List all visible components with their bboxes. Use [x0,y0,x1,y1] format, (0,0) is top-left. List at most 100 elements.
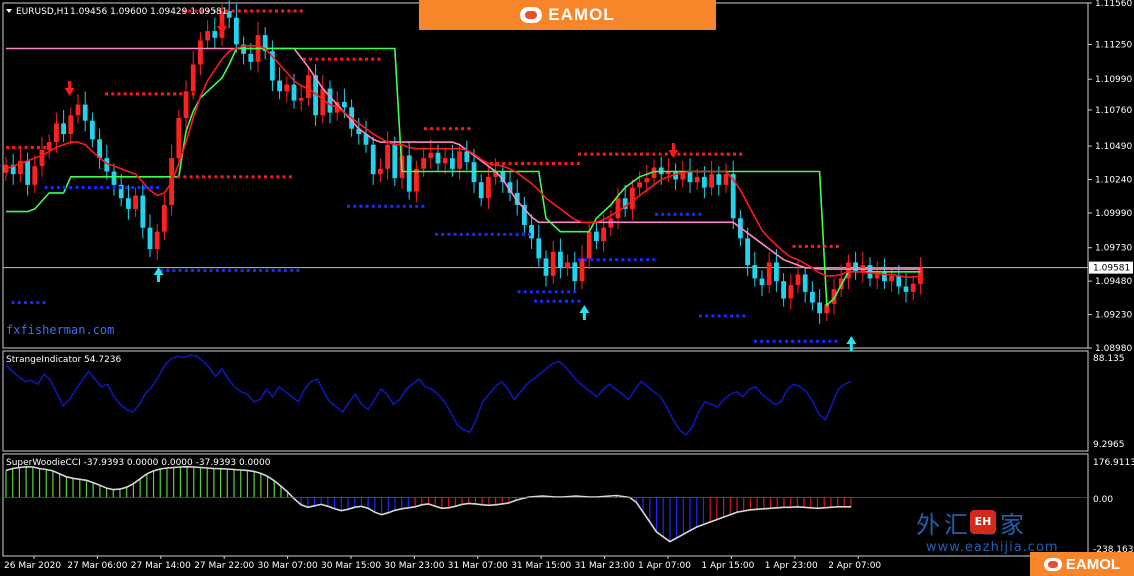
red-level-dot [377,57,381,61]
red-level-dot [609,152,612,156]
red-level-dot [171,175,174,179]
red-level-dot [708,152,712,156]
blue-level-dot [536,290,540,294]
site-watermark-text: fxfisherman.com [6,323,114,337]
blue-level-dot [184,268,188,272]
red-level-dot [570,161,574,165]
red-level-dot [287,9,291,13]
blue-level-dot [528,232,531,236]
blue-level-dot [497,232,500,236]
blue-level-dot [112,186,116,190]
price-axis-label: 1.09230 [1095,311,1132,321]
blue-level-dot [515,232,519,236]
blue-level-dot [259,268,263,272]
candle-body [637,182,642,188]
time-axis-label: 31 Mar 23:00 [575,561,635,571]
cci-axis-label: 176.9113 [1093,458,1134,468]
blue-level-dot [125,186,129,190]
candle-body [766,262,772,286]
blue-level-dot [711,314,715,318]
blue-level-dot [359,204,363,208]
red-level-dot [424,127,427,131]
candle-body [810,291,815,303]
current-price-label: 1.09581 [1093,264,1130,274]
blue-level-dot [253,268,256,272]
blue-level-dot [149,186,153,190]
candle-body [817,302,822,314]
blue-level-dot [478,232,482,236]
red-level-dot [564,161,568,165]
blue-level-dot [228,268,232,272]
blue-level-dot [415,204,419,208]
red-level-dot [490,161,493,165]
candle-body [378,168,383,175]
red-level-dot [467,127,471,131]
blue-level-dot [552,299,556,303]
candle-body [97,139,102,159]
candle-body [442,158,448,164]
red-level-dot [117,92,121,96]
blue-level-dot [371,204,375,208]
red-level-dot [129,92,133,96]
candle-body [723,174,729,185]
red-level-dot [268,9,272,13]
blue-level-dot [396,204,400,208]
red-level-dot [714,152,718,156]
red-level-dot [627,152,631,156]
candle-body [25,160,30,185]
blue-level-dot [509,232,513,236]
candle-body [601,227,606,242]
blue-level-dot [215,268,219,272]
red-level-dot [276,175,280,179]
red-level-dot [695,152,699,156]
red-level-dot [12,145,16,149]
chart-canvas[interactable]: EURUSD,H1 1.09456 1.09600 1.09429 1.09581… [0,0,1134,576]
time-axis-label: 30 Mar 23:00 [384,561,444,571]
blue-level-dot [554,290,558,294]
red-level-dot [829,244,833,248]
blue-level-dot [234,268,238,272]
blue-level-dot [754,339,757,343]
candle-body [162,204,167,232]
blue-level-dot [390,204,394,208]
blue-level-dot [640,258,643,262]
blue-level-dot [523,290,527,294]
candle-body [464,151,470,163]
red-level-dot [576,161,580,165]
candle-body [291,84,297,101]
red-level-dot [237,9,241,13]
candle-body [298,97,304,101]
red-level-dot [514,161,518,165]
red-level-dot [596,152,600,156]
blue-level-dot [615,258,619,262]
red-level-dot [346,57,350,61]
red-level-dot [233,175,236,179]
red-level-dot [835,244,839,248]
red-level-dot [303,57,306,61]
price-axis-label: 1.10760 [1095,106,1132,116]
blue-level-dot [178,268,182,272]
red-level-dot [798,244,802,248]
blue-level-dot [772,339,776,343]
blue-level-dot [627,258,631,262]
red-level-dot [264,175,267,179]
blue-level-dot [143,186,147,190]
red-level-dot [293,9,297,13]
red-level-dot [365,57,368,61]
red-level-dot [621,152,625,156]
candle-body [572,262,578,282]
blue-level-dot [809,339,813,343]
red-level-dot [689,152,693,156]
red-level-dot [442,127,446,131]
candle-body [486,176,491,199]
red-level-dot [352,57,356,61]
blue-level-dot [81,186,85,190]
blue-level-dot [834,339,838,343]
red-level-dot [173,92,177,96]
red-level-dot [508,161,512,165]
blue-level-dot [646,258,650,262]
blue-level-dot [42,301,46,305]
red-level-dot [533,161,537,165]
candle-body [406,155,412,192]
candle-body [147,227,153,250]
